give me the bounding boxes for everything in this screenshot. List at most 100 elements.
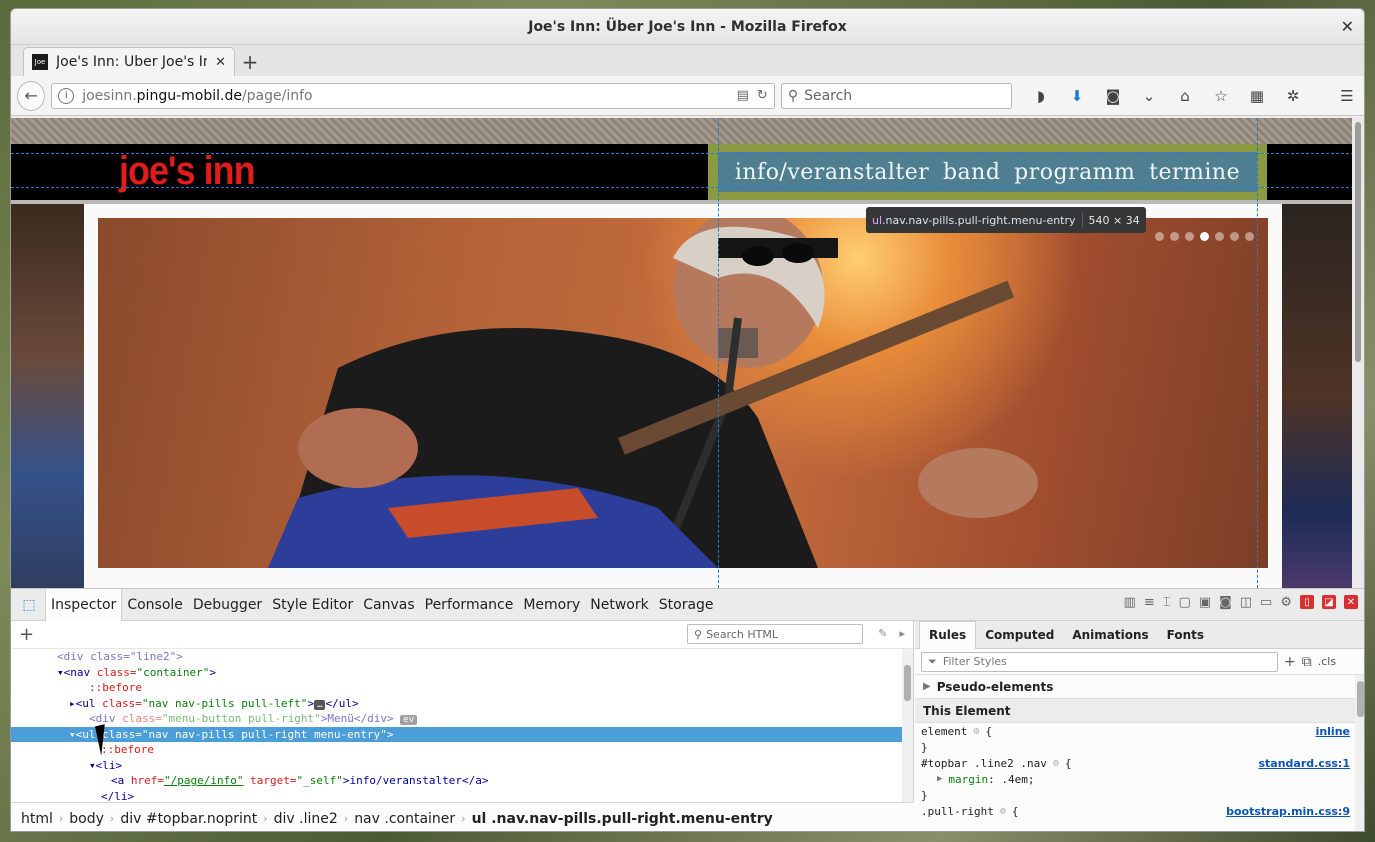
tree-node[interactable]: ▾<nav class="container">: [11, 665, 903, 681]
search-icon: ⚲: [694, 627, 703, 641]
search-html-input[interactable]: ⚲ Search HTML: [687, 624, 863, 644]
markup-scrollbar[interactable]: [902, 649, 913, 802]
pocket-icon[interactable]: ⌄: [1138, 87, 1160, 105]
rule-selector[interactable]: #topbar .line2 .nav ⚙{standard.css:1: [915, 755, 1364, 771]
download-icon[interactable]: ⬇: [1066, 87, 1088, 105]
navigation-bar: ← i joesinn.pingu-mobil.de/page/info ▤ ↻…: [11, 76, 1364, 116]
bookmark-star-icon[interactable]: ☆: [1210, 87, 1232, 105]
privacy-icon[interactable]: ◗: [1030, 87, 1052, 105]
breadcrumb-item[interactable]: div .line2: [268, 811, 344, 827]
toggle-sidebar-icon[interactable]: ▸: [899, 627, 905, 640]
slider-dot[interactable]: [1155, 232, 1164, 241]
slider-dot[interactable]: [1245, 232, 1254, 241]
sidebar-tabs: Rules Computed Animations Fonts: [915, 620, 1364, 649]
tree-node-selected[interactable]: ▾<ul class="nav nav-pills pull-right men…: [11, 726, 903, 742]
rule-source-link[interactable]: bootstrap.min.css:9: [1226, 805, 1350, 818]
filter-styles-input[interactable]: ⏷ Filter Styles: [921, 651, 1278, 672]
breadcrumb-item[interactable]: html: [15, 811, 59, 827]
tab-canvas[interactable]: Canvas: [358, 589, 419, 621]
event-badge[interactable]: ev: [400, 715, 418, 725]
close-window-icon[interactable]: ✕: [1341, 17, 1354, 36]
rule-selector[interactable]: element ⚙{inline: [915, 723, 1364, 739]
scratchpad-icon[interactable]: ≡: [1144, 595, 1155, 610]
paintbrush-icon[interactable]: ⌶: [1163, 595, 1171, 610]
breadcrumb-item[interactable]: nav .container: [348, 811, 461, 827]
reload-icon[interactable]: ↻: [757, 88, 768, 103]
home-icon[interactable]: ⌂: [1174, 87, 1196, 105]
tab-network[interactable]: Network: [585, 589, 653, 621]
tree-node[interactable]: <div class="line2">: [11, 649, 903, 665]
responsive-design-icon[interactable]: ▣: [1199, 595, 1211, 610]
rule-source-link[interactable]: inline: [1316, 725, 1350, 738]
new-tab-button[interactable]: +: [235, 47, 265, 76]
extension-icon[interactable]: ✲: [1282, 87, 1304, 105]
dock-side-icon[interactable]: ▯: [1300, 595, 1314, 609]
camera-icon[interactable]: ◙: [1219, 595, 1232, 610]
tab-fonts[interactable]: Fonts: [1158, 621, 1213, 649]
highlighter-guide: [11, 153, 1354, 154]
tab-style-editor[interactable]: Style Editor: [267, 589, 358, 621]
tab-storage[interactable]: Storage: [654, 589, 719, 621]
tree-node[interactable]: <div class="menu-button pull-right">Menü…: [11, 711, 903, 727]
this-element-header: This Element: [915, 699, 1364, 723]
hamburger-menu-icon[interactable]: ☰: [1336, 87, 1358, 105]
screenshot-icon[interactable]: ◙: [1102, 87, 1124, 105]
ruler-icon[interactable]: ▭: [1260, 595, 1272, 610]
notes-icon[interactable]: ▢: [1179, 595, 1191, 610]
tab-animations[interactable]: Animations: [1063, 621, 1157, 649]
tab-rules[interactable]: Rules: [919, 620, 977, 649]
slider-dot[interactable]: [1215, 232, 1224, 241]
close-devtools-icon[interactable]: ✕: [1344, 595, 1358, 609]
add-node-button[interactable]: +: [19, 624, 34, 645]
menu-item-info[interactable]: info/veranstalter: [735, 160, 929, 185]
browser-tab[interactable]: Joe Joe's Inn: Über Joe's Inn ✕: [23, 47, 235, 76]
tab-performance[interactable]: Performance: [420, 589, 519, 621]
url-text[interactable]: joesinn.pingu-mobil.de/page/info: [82, 88, 728, 104]
slider-dot[interactable]: [1170, 232, 1179, 241]
musician-photo: [98, 218, 1268, 568]
tree-node[interactable]: ▸<ul class="nav nav-pills pull-left">… </…: [11, 696, 903, 712]
slider-dot[interactable]: [1185, 232, 1194, 241]
frames-icon[interactable]: ◫: [1240, 595, 1252, 610]
rule-source-link[interactable]: standard.css:1: [1258, 757, 1350, 770]
tree-node[interactable]: ::before: [11, 742, 903, 758]
reader-view-icon[interactable]: ▤: [737, 88, 749, 103]
back-button[interactable]: ←: [17, 80, 46, 111]
tab-inspector[interactable]: Inspector: [45, 588, 123, 621]
breadcrumb-item-current[interactable]: ul .nav.nav-pills.pull-right.menu-entry: [466, 811, 779, 827]
tree-node[interactable]: ▾<li>: [11, 758, 903, 774]
menu-item-termine[interactable]: termine: [1149, 160, 1240, 185]
site-info-icon[interactable]: i: [58, 87, 75, 104]
slider-dots: [1155, 232, 1254, 241]
tab-debugger[interactable]: Debugger: [188, 589, 267, 621]
search-bar[interactable]: ⚲ Search: [780, 82, 1012, 109]
close-tab-icon[interactable]: ✕: [215, 55, 226, 70]
toggle-pseudo-class-icon[interactable]: ⧉: [1302, 654, 1312, 670]
split-console-icon[interactable]: ▥: [1124, 595, 1136, 610]
url-bar[interactable]: i joesinn.pingu-mobil.de/page/info ▤ ↻: [51, 82, 775, 109]
tab-computed[interactable]: Computed: [976, 621, 1063, 649]
breadcrumb-item[interactable]: div #topbar.noprint: [114, 811, 263, 827]
add-rule-icon[interactable]: +: [1284, 654, 1296, 670]
rules-scrollbar[interactable]: [1355, 675, 1364, 831]
dock-window-icon[interactable]: ◪: [1322, 595, 1336, 609]
tree-node[interactable]: </li>: [11, 789, 903, 803]
tab-memory[interactable]: Memory: [518, 589, 585, 621]
slider-dot-active[interactable]: [1200, 232, 1209, 241]
eyedropper-icon[interactable]: ✎: [878, 627, 887, 640]
menu-item-band[interactable]: band: [943, 160, 1000, 185]
pseudo-elements-header[interactable]: ▶ Pseudo-elements: [915, 675, 1364, 699]
page-scrollbar[interactable]: [1352, 118, 1364, 588]
bookmarks-library-icon[interactable]: ▦: [1246, 87, 1268, 105]
tree-node[interactable]: <a href="/page/info" target="_self">info…: [11, 773, 903, 789]
cls-toggle[interactable]: .cls: [1318, 655, 1336, 668]
rule-declaration[interactable]: ▶ margin: .4em;: [915, 771, 1364, 787]
element-picker-icon[interactable]: ⬚: [17, 593, 41, 617]
rule-selector[interactable]: .pull-right ⚙{bootstrap.min.css:9: [915, 803, 1364, 819]
settings-gear-icon[interactable]: ⚙: [1280, 595, 1292, 610]
menu-item-programm[interactable]: programm: [1014, 160, 1135, 185]
slider-dot[interactable]: [1230, 232, 1239, 241]
tab-console[interactable]: Console: [122, 589, 188, 621]
tree-node[interactable]: ::before: [11, 680, 903, 696]
breadcrumb-item[interactable]: body: [63, 811, 110, 827]
